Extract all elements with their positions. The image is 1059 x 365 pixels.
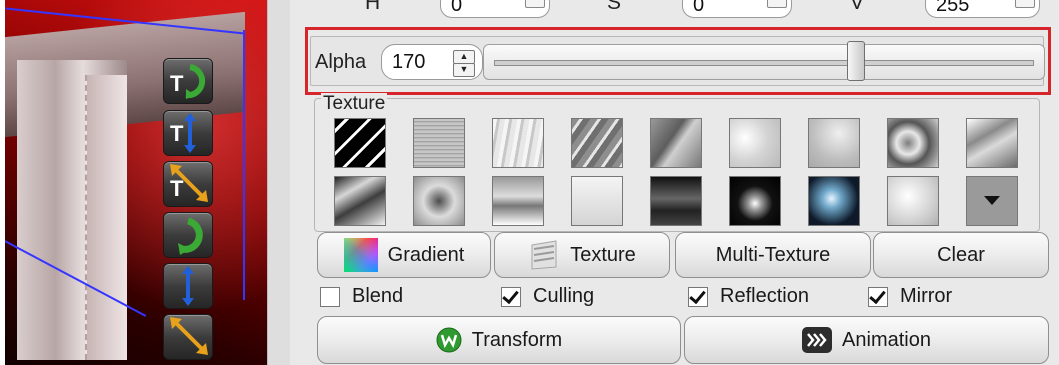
mirror-label: Mirror xyxy=(900,285,953,307)
texture-label: Texture xyxy=(570,243,636,266)
reflection-option[interactable]: Reflection xyxy=(688,285,809,308)
move-texture-button[interactable]: T xyxy=(163,110,213,156)
texture-more-dropdown[interactable] xyxy=(966,176,1018,226)
v-label: V xyxy=(850,0,865,14)
h-spin-down[interactable] xyxy=(525,0,545,8)
texture-button[interactable]: Texture xyxy=(494,232,670,278)
texture-swatch[interactable] xyxy=(729,118,781,168)
alpha-label: Alpha xyxy=(315,51,367,73)
clear-label: Clear xyxy=(937,243,985,266)
clear-button[interactable]: Clear xyxy=(873,232,1049,278)
culling-label: Culling xyxy=(533,285,595,307)
gradient-icon xyxy=(343,238,378,272)
multi-texture-button[interactable]: Multi-Texture xyxy=(675,232,871,278)
animation-icon xyxy=(802,327,833,353)
mirror-option[interactable]: Mirror xyxy=(868,285,952,308)
texture-swatch[interactable] xyxy=(887,118,939,168)
texture-swatch[interactable] xyxy=(808,118,860,168)
texture-swatch[interactable] xyxy=(966,118,1018,168)
reflection-checkbox[interactable] xyxy=(688,286,708,307)
texture-swatch[interactable] xyxy=(650,176,702,226)
texture-swatch[interactable] xyxy=(492,118,544,168)
alpha-spin-up[interactable]: ▲ xyxy=(453,50,475,64)
h-label: H xyxy=(365,0,381,14)
texture-swatch[interactable] xyxy=(571,118,623,168)
s-label: S xyxy=(607,0,622,14)
texture-swatch[interactable] xyxy=(571,176,623,226)
gradient-label: Gradient xyxy=(387,243,465,266)
alpha-value: 170 xyxy=(392,51,426,73)
hsv-row: H 0 S 0 V 255 xyxy=(290,0,1059,22)
alpha-slider-groove xyxy=(494,60,1034,66)
texture-swatch[interactable] xyxy=(334,118,386,168)
transform-button[interactable]: Transform xyxy=(317,316,681,364)
animation-button[interactable]: Animation xyxy=(684,316,1049,364)
alpha-spin-down[interactable]: ▼ xyxy=(453,63,475,77)
multi-texture-label: Multi-Texture xyxy=(715,243,831,266)
mirror-checkbox[interactable] xyxy=(868,286,888,307)
extruded-stem-side xyxy=(85,75,127,360)
h-value: 0 xyxy=(451,0,463,16)
svg-text:T: T xyxy=(170,176,184,201)
move-button[interactable] xyxy=(163,263,213,309)
svg-text:T: T xyxy=(170,71,184,96)
chevron-down-icon xyxy=(984,196,1000,205)
scale-texture-icon: T xyxy=(170,164,208,202)
texture-swatch[interactable] xyxy=(413,176,465,226)
bounding-box-edge xyxy=(243,30,245,300)
texture-swatch[interactable] xyxy=(492,176,544,226)
rotate-texture-icon: T xyxy=(170,64,206,99)
texture-swatch[interactable] xyxy=(729,176,781,226)
texture-swatch[interactable] xyxy=(334,176,386,226)
rotate-texture-button[interactable]: T xyxy=(163,58,213,104)
blend-option[interactable]: Blend xyxy=(320,285,403,308)
culling-checkbox[interactable] xyxy=(501,286,521,307)
culling-option[interactable]: Culling xyxy=(501,285,594,308)
blend-checkbox[interactable] xyxy=(320,286,340,307)
s-spinbox[interactable]: 0 xyxy=(682,0,792,18)
alpha-slider[interactable] xyxy=(483,44,1045,80)
alpha-spinbox[interactable]: 170 ▲ ▼ xyxy=(381,44,483,80)
rotate-button[interactable] xyxy=(163,212,213,258)
h-spinbox[interactable]: 0 xyxy=(440,0,550,18)
rotate-icon xyxy=(178,217,203,255)
scale-button[interactable] xyxy=(163,314,213,360)
material-panel: H 0 S 0 V 255 Alpha 170 ▲ ▼ Texture Grad… xyxy=(290,0,1059,365)
3d-viewport[interactable]: T T T xyxy=(5,0,267,365)
texture-group-title: Texture xyxy=(321,93,388,115)
texture-swatch[interactable] xyxy=(413,118,465,168)
animation-label: Animation xyxy=(842,328,931,351)
transform-icon xyxy=(436,327,462,353)
blend-label: Blend xyxy=(352,285,404,307)
v-spinbox[interactable]: 255 xyxy=(925,0,1040,18)
transform-label: Transform xyxy=(471,328,563,351)
s-value: 0 xyxy=(693,0,705,16)
alpha-slider-thumb[interactable] xyxy=(847,41,865,81)
move-texture-icon: T xyxy=(170,113,196,153)
s-spin-down[interactable] xyxy=(767,0,787,8)
panel-separator[interactable] xyxy=(267,0,292,365)
texture-icon xyxy=(531,240,557,270)
v-value: 255 xyxy=(936,0,970,16)
gradient-button[interactable]: Gradient xyxy=(317,232,491,278)
svg-text:T: T xyxy=(170,121,184,146)
reflection-label: Reflection xyxy=(720,285,809,307)
v-spin-down[interactable] xyxy=(1015,0,1035,8)
move-icon xyxy=(182,266,194,306)
texture-swatch[interactable] xyxy=(808,176,860,226)
texture-swatch[interactable] xyxy=(650,118,702,168)
texture-swatch[interactable] xyxy=(887,176,939,226)
scale-texture-button[interactable]: T xyxy=(163,161,213,207)
scale-icon xyxy=(170,317,208,355)
